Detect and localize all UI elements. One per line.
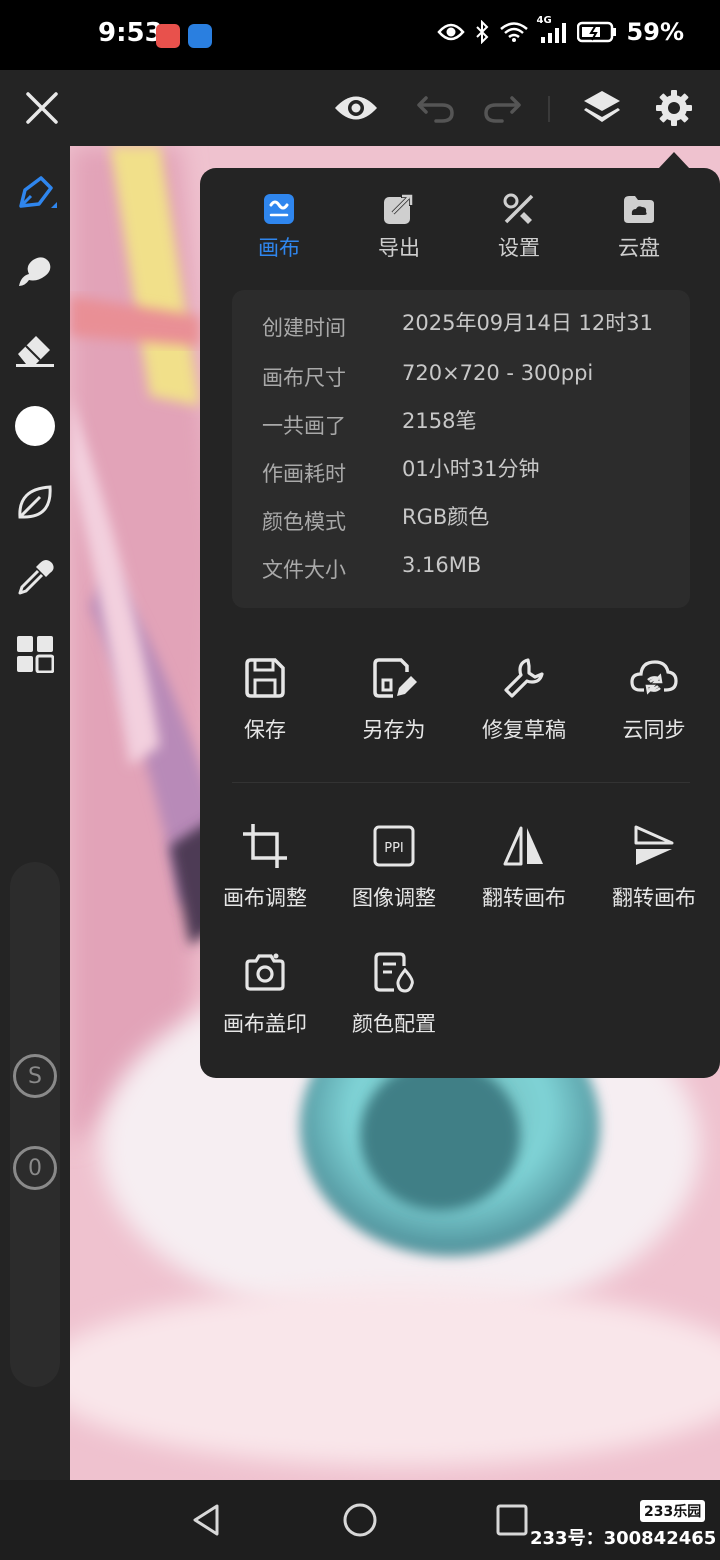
info-value: 2025年09月14日 12时31分 [402,311,654,335]
info-key: 颜色模式 [262,510,346,534]
canvas-menu-panel: 画布 导出 设置 云盘 创建时间 2025年09月14日 12时31分 画布尺寸… [200,168,720,1078]
repair-draft-button[interactable]: 修复草稿 [464,654,584,744]
flip-canvas-vertical-label: 翻转画布 [612,886,696,910]
layers-icon[interactable] [578,84,626,132]
color-swatch-icon[interactable] [11,402,59,450]
save-as-label: 另存为 [362,718,426,742]
info-value: 3.16MB [402,553,482,577]
status-time: 9:53 [98,18,163,48]
canvas-adjust-label: 画布调整 [223,886,307,910]
camera-icon [241,948,289,996]
battery-icon [576,21,617,43]
bluetooth-icon [475,20,489,44]
tab-cloud-drive[interactable]: 云盘 [594,192,684,262]
smudge-brush-icon[interactable] [11,248,59,296]
image-adjust-label: 图像调整 [352,886,436,910]
export-icon [382,192,416,226]
left-toolbar: S 0 [0,146,70,1480]
color-config-label: 颜色配置 [352,1012,436,1036]
save-as-icon [370,654,418,702]
canvas-info-box: 创建时间 2025年09月14日 12时31分 画布尺寸 720×720 - 3… [232,290,690,608]
info-value: 2158笔 [402,409,477,433]
grid-icon[interactable] [11,630,59,678]
info-value: 720×720 - 300ppi [402,361,594,385]
info-value: RGB颜色 [402,505,490,529]
image-adjust-button[interactable]: PPI 图像调整 [334,822,454,912]
cloud-sync-icon [630,654,678,702]
ppi-icon: PPI [370,822,418,870]
eye-icon[interactable] [332,84,380,132]
brush-size-slider[interactable] [10,862,60,1387]
repair-draft-label: 修复草稿 [482,718,566,742]
tab-canvas[interactable]: 画布 [234,192,324,262]
flip-vertical-icon [630,822,678,870]
save-as-button[interactable]: 另存为 [334,654,454,744]
canvas-adjust-button[interactable]: 画布调整 [205,822,325,912]
save-button[interactable]: 保存 [205,654,325,744]
pen-brush-icon[interactable] [11,170,59,218]
toolbar-divider [548,96,550,122]
status-icons: 4G 59% [436,15,684,46]
save-label: 保存 [244,718,286,742]
info-key: 一共画了 [262,414,346,438]
top-toolbar [0,70,720,146]
cloud-sync-label: 云同步 [622,718,686,742]
tab-settings-label: 设置 [498,236,540,260]
save-icon [241,654,289,702]
panel-divider [232,782,690,783]
battery-percent: 59% [626,18,684,46]
flip-canvas-horizontal-label: 翻转画布 [482,886,566,910]
wifi-icon [499,21,529,43]
cloud-drive-icon [622,192,656,226]
crop-icon [241,822,289,870]
notification-app-icon-2 [188,24,212,48]
tab-export[interactable]: 导出 [354,192,444,262]
eyedropper-icon[interactable] [11,554,59,602]
tab-cloud-drive-label: 云盘 [618,236,660,260]
canvas-stamp-label: 画布盖印 [223,1012,307,1036]
flip-canvas-horizontal-button[interactable]: 翻转画布 [464,822,584,912]
canvas-stamp-button[interactable]: 画布盖印 [205,948,325,1038]
tab-export-label: 导出 [378,236,420,260]
tools-icon [502,192,536,226]
info-key: 作画耗时 [262,462,346,486]
panel-caret [658,152,690,169]
info-value: 01小时31分钟 [402,457,540,481]
eraser-icon[interactable] [11,324,59,372]
opacity-indicator[interactable]: 0 [13,1146,57,1190]
cloud-sync-button[interactable]: 云同步 [594,654,714,744]
gear-icon[interactable] [650,84,698,132]
svg-text:PPI: PPI [384,841,404,856]
signal-icon: 4G [537,15,567,43]
undo-icon[interactable] [412,84,460,132]
back-icon[interactable] [184,1498,228,1542]
info-key: 画布尺寸 [262,366,346,390]
tab-canvas-label: 画布 [258,236,300,260]
status-bar: 9:53 4G 59% [0,0,720,70]
wrench-icon [500,654,548,702]
watermark-logo: 233乐园 [640,1500,706,1522]
flip-canvas-vertical-button[interactable]: 翻转画布 [594,822,714,912]
color-config-icon [370,948,418,996]
color-config-button[interactable]: 颜色配置 [334,948,454,1038]
size-indicator[interactable]: S [13,1054,57,1098]
flip-horizontal-icon [500,822,548,870]
home-icon[interactable] [338,1498,382,1542]
leaf-icon[interactable] [11,478,59,526]
canvas-icon [262,192,296,226]
redo-icon[interactable] [478,84,526,132]
tab-settings[interactable]: 设置 [474,192,564,262]
info-key: 文件大小 [262,558,346,582]
watermark-id: 233号：300842465 [530,1528,717,1549]
info-key: 创建时间 [262,316,346,340]
close-icon[interactable] [18,84,66,132]
notification-app-icon [156,24,180,48]
eye-icon [436,22,465,42]
recents-icon[interactable] [490,1498,534,1542]
